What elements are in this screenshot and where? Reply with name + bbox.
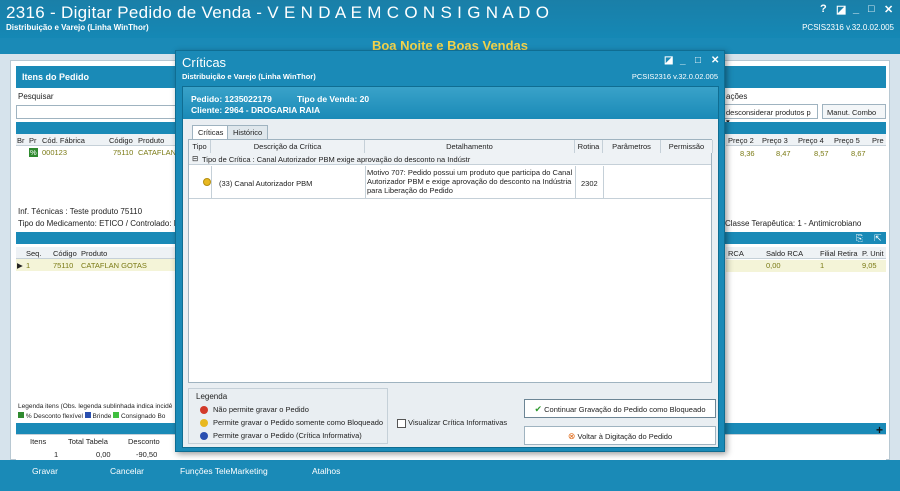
order-info: Pedido: 1235022179 Tipo de Venda: 20 Cli… <box>183 87 718 119</box>
dialog-body: Pedido: 1235022179 Tipo de Venda: 20 Cli… <box>182 86 719 448</box>
filter-select[interactable]: desconsiderar produtos p ▾ <box>722 104 818 126</box>
manut-combo-button[interactable]: Manut. Combo <box>822 104 886 119</box>
col-tipo[interactable]: Tipo <box>189 140 211 153</box>
main-version: PCSIS2316 v.32.0.02.005 <box>802 23 894 32</box>
grid1-row[interactable]: % 000123 75110 CATAFLAN <box>16 146 176 158</box>
cancelar-button[interactable]: Cancelar <box>110 466 144 476</box>
critica-row[interactable]: (33) Canal Autorizador PBM Motivo 707: P… <box>189 166 711 199</box>
legend-title: Legenda <box>196 392 228 401</box>
dialog-subtitle: Distribuição e Varejo (Linha WinThor) <box>182 72 316 81</box>
inf-tecnicas: Inf. Técnicas : Teste produto 75110 <box>18 207 143 216</box>
options-label: ações <box>726 92 748 101</box>
pedido-label: Pedido: 1235022179 <box>191 94 272 104</box>
dialog-minimize-icon[interactable]: _ <box>680 55 686 66</box>
grid2-row[interactable]: ▶ 1 75110 CATAFLAN GOTAS <box>16 259 176 271</box>
legend-yellow: Permite gravar o Pedido somente como Blo… <box>200 418 383 428</box>
tab-criticas[interactable]: Críticas <box>192 125 230 139</box>
legend-items: % Desconto flexível Brinde Consignado Bo <box>18 412 178 421</box>
tab-historico[interactable]: Histórico <box>227 125 269 139</box>
criticas-grid: Tipo Descrição da Crítica Detalhamento R… <box>188 139 713 383</box>
criticas-dialog: Críticas Distribuição e Varejo (Linha Wi… <box>175 50 725 452</box>
export-icon[interactable]: ⇱ <box>874 233 882 244</box>
error-icon <box>200 406 208 415</box>
legend-note: Legenda itens (Obs. legenda sublinhada i… <box>18 403 173 410</box>
telemarketing-button[interactable]: Funções TeleMarketing <box>180 466 268 476</box>
legend-panel: Legenda Não permite gravar o Pedido Perm… <box>188 388 388 444</box>
info-icon <box>200 432 208 441</box>
legend-blue: Permite gravar o Pedido (Crítica Informa… <box>200 431 362 441</box>
continuar-gravacao-button[interactable]: ✔ Continuar Gravação do Pedido como Bloq… <box>524 399 716 418</box>
dialog-maximize-icon[interactable]: □ <box>695 55 701 66</box>
group-row[interactable]: ⊟ Tipo de Crítica : Canal Autorizador PB… <box>189 153 711 165</box>
grid2-right-row: 0,00 1 9,05 <box>726 260 886 272</box>
dialog-restore-icon[interactable]: ◪ <box>664 55 673 66</box>
dialog-close-icon[interactable]: ✕ <box>711 55 719 66</box>
gravar-button[interactable]: Gravar <box>32 466 58 476</box>
tipo-medicamento: Tipo do Medicamento: ETICO / Controlado:… <box>18 219 184 228</box>
help-icon[interactable]: ? <box>820 3 827 15</box>
main-window-subtitle: Distribuição e Varejo (Linha WinThor) <box>6 23 149 32</box>
check-icon: ✔ <box>534 404 543 414</box>
tipo-venda-label: Tipo de Venda: 20 <box>297 94 370 104</box>
grid1-header: Br Pr Cód. Fábrica Código Produto <box>16 134 176 146</box>
search-label: Pesquisar <box>18 92 54 101</box>
bottom-action-bar: Gravar Cancelar Funções TeleMarketing At… <box>0 460 900 491</box>
voltar-digitacao-button[interactable]: ⊗ Voltar à Digitação do Pedido <box>524 426 716 445</box>
price-row: 8,36 8,47 8,57 8,67 <box>740 149 866 158</box>
col-descricao[interactable]: Descrição da Crítica <box>211 140 365 153</box>
classe-terapeutica: Classe Terapêutica: 1 - Antimicrobiano <box>725 219 862 228</box>
atalhos-button[interactable]: Atalhos <box>312 466 340 476</box>
grid2-right-header: RCA Saldo RCA Filial Retira P. Unit <box>726 247 886 259</box>
search-input[interactable] <box>16 105 186 119</box>
col-rotina[interactable]: Rotina <box>575 140 603 153</box>
copy-icon[interactable]: ⎘ <box>856 233 863 244</box>
dialog-version: PCSIS2316 v.32.0.02.005 <box>631 72 718 81</box>
col-detalhamento[interactable]: Detalhamento <box>365 140 575 153</box>
price-header: Preço 2 Preço 3 Preço 4 Preço 5 Pre <box>726 134 886 146</box>
legend-red: Não permite gravar o Pedido <box>200 405 309 415</box>
grid2-header: Seq. Código Produto <box>16 247 176 259</box>
dialog-title: Críticas <box>182 55 227 70</box>
main-window-title: 2316 - Digitar Pedido de Venda - V E N D… <box>6 3 550 22</box>
restore-icon[interactable]: ◪ <box>836 3 846 16</box>
warning-icon <box>200 419 208 428</box>
collapse-icon[interactable]: ⊟ <box>192 154 198 163</box>
visualizar-checkbox[interactable]: Visualizar Crítica Informativas <box>397 418 507 428</box>
back-icon: ⊗ <box>567 431 576 441</box>
col-permissao[interactable]: Permissão <box>661 140 713 153</box>
warning-icon <box>203 178 211 186</box>
main-title-bar: 2316 - Digitar Pedido de Venda - V E N D… <box>0 0 900 38</box>
minimize-icon[interactable]: _ <box>853 3 859 15</box>
cliente-label: Cliente: 2964 - DROGARIA RAIA <box>191 105 321 115</box>
maximize-icon[interactable]: □ <box>868 3 875 15</box>
col-parametros[interactable]: Parâmetros <box>603 140 661 153</box>
close-icon[interactable]: ✕ <box>884 3 893 16</box>
